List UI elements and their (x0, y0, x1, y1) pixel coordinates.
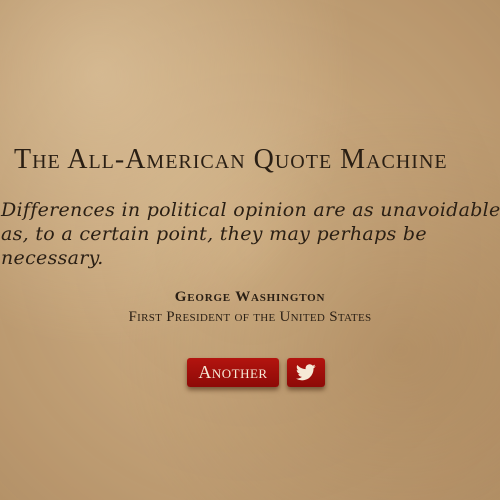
quote-text: Differences in political opinion are as … (1, 199, 500, 269)
twitter-bird-icon (296, 364, 316, 381)
tweet-quote-button[interactable] (287, 358, 325, 387)
another-quote-button[interactable]: Another (187, 358, 279, 387)
app-title: The All-American Quote Machine (14, 144, 448, 175)
quote-author: George Washington (174, 289, 326, 305)
quote-author-role: First President of the United States (128, 309, 372, 325)
